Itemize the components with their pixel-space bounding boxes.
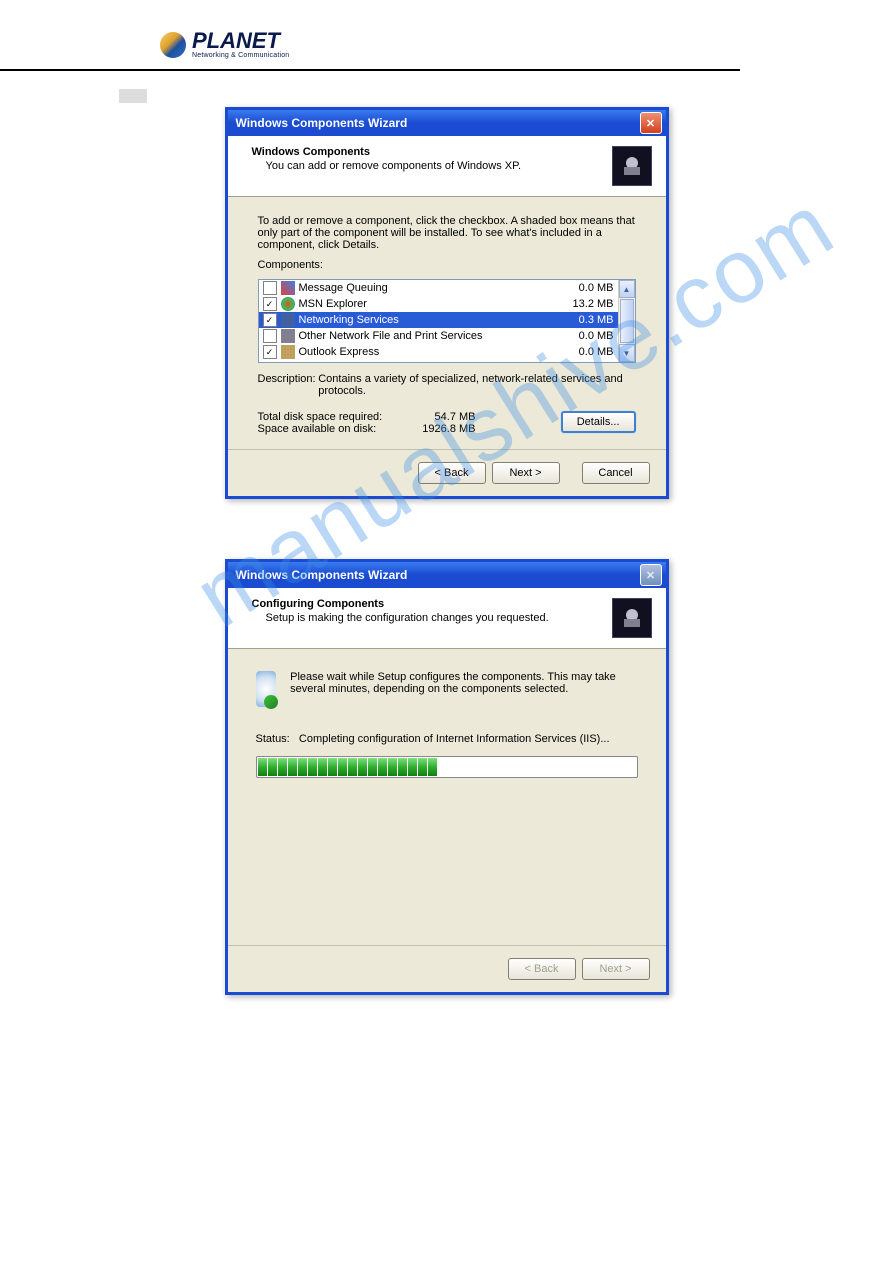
dialog-title: Windows Components Wizard: [236, 116, 408, 130]
wizard-footer: < Back Next >: [228, 945, 666, 992]
scroll-thumb[interactable]: [620, 299, 634, 343]
progress-body: Please wait while Setup configures the c…: [228, 649, 666, 945]
network-icon: [281, 313, 295, 327]
avail-space-value: 1926.8 MB: [408, 423, 476, 435]
configuring-dialog: Windows Components Wizard ✕ Configuring …: [225, 559, 669, 995]
checkbox[interactable]: [263, 281, 277, 295]
box-icon: [612, 146, 652, 186]
wizard-header: Configuring Components Setup is making t…: [228, 588, 666, 649]
list-item[interactable]: Message Queuing 0.0 MB: [259, 280, 618, 296]
total-space-value: 54.7 MB: [408, 411, 476, 423]
wait-message: Please wait while Setup configures the c…: [290, 671, 637, 695]
setup-icon: [256, 671, 277, 707]
wizard-body: To add or remove a component, click the …: [228, 197, 666, 449]
components-listbox[interactable]: Message Queuing 0.0 MB ✓ MSN Explorer 13…: [258, 279, 636, 363]
titlebar[interactable]: Windows Components Wizard ✕: [228, 562, 666, 588]
status-label: Status:: [256, 733, 290, 745]
planet-logo-icon: [160, 32, 186, 58]
list-item[interactable]: Other Network File and Print Services 0.…: [259, 328, 618, 344]
scroll-down-icon[interactable]: ▼: [619, 344, 635, 362]
description-label: Description:: [258, 373, 319, 397]
next-button: Next >: [582, 958, 650, 980]
dialog-title: Windows Components Wizard: [236, 568, 408, 582]
wizard-footer: < Back Next > Cancel: [228, 449, 666, 496]
instruction-text: To add or remove a component, click the …: [258, 215, 636, 251]
msn-icon: [281, 297, 295, 311]
cancel-button[interactable]: Cancel: [582, 462, 650, 484]
avail-space-label: Space available on disk:: [258, 423, 408, 435]
scrollbar[interactable]: ▲ ▼: [618, 280, 635, 362]
subheading: Setup is making the configuration change…: [266, 612, 549, 624]
checkbox[interactable]: ✓: [263, 313, 277, 327]
close-icon[interactable]: ✕: [640, 112, 662, 134]
status-text: Completing configuration of Internet Inf…: [299, 733, 610, 745]
gray-placeholder: [119, 89, 147, 103]
list-item[interactable]: ✓ MSN Explorer 13.2 MB: [259, 296, 618, 312]
brand-name: PLANET: [192, 30, 289, 52]
checkbox[interactable]: [263, 329, 277, 343]
page-header: PLANET Networking & Communication: [0, 0, 740, 71]
back-button[interactable]: < Back: [418, 462, 486, 484]
print-icon: [281, 329, 295, 343]
list-item[interactable]: ✓ Outlook Express 0.0 MB: [259, 344, 618, 360]
scroll-up-icon[interactable]: ▲: [619, 280, 635, 298]
brand-text: PLANET Networking & Communication: [192, 30, 289, 59]
checkbox[interactable]: ✓: [263, 297, 277, 311]
next-button[interactable]: Next >: [492, 462, 560, 484]
queue-icon: [281, 281, 295, 295]
components-label: Components:: [258, 259, 636, 271]
wizard-header: Windows Components You can add or remove…: [228, 136, 666, 197]
details-button[interactable]: Details...: [561, 411, 636, 433]
titlebar[interactable]: Windows Components Wizard ✕: [228, 110, 666, 136]
checkbox[interactable]: ✓: [263, 345, 277, 359]
brand-tagline: Networking & Communication: [192, 52, 289, 59]
back-button: < Back: [508, 958, 576, 980]
heading: Windows Components: [252, 146, 522, 158]
subheading: You can add or remove components of Wind…: [266, 160, 522, 172]
box-icon: [612, 598, 652, 638]
heading: Configuring Components: [252, 598, 549, 610]
description-text: Contains a variety of specialized, netwo…: [318, 373, 635, 397]
progress-bar: [256, 756, 638, 778]
list-item-selected[interactable]: ✓ Networking Services 0.3 MB: [259, 312, 618, 328]
close-icon: ✕: [640, 564, 662, 586]
components-wizard-dialog: Windows Components Wizard ✕ Windows Comp…: [225, 107, 669, 499]
outlook-icon: [281, 345, 295, 359]
total-space-label: Total disk space required:: [258, 411, 408, 423]
